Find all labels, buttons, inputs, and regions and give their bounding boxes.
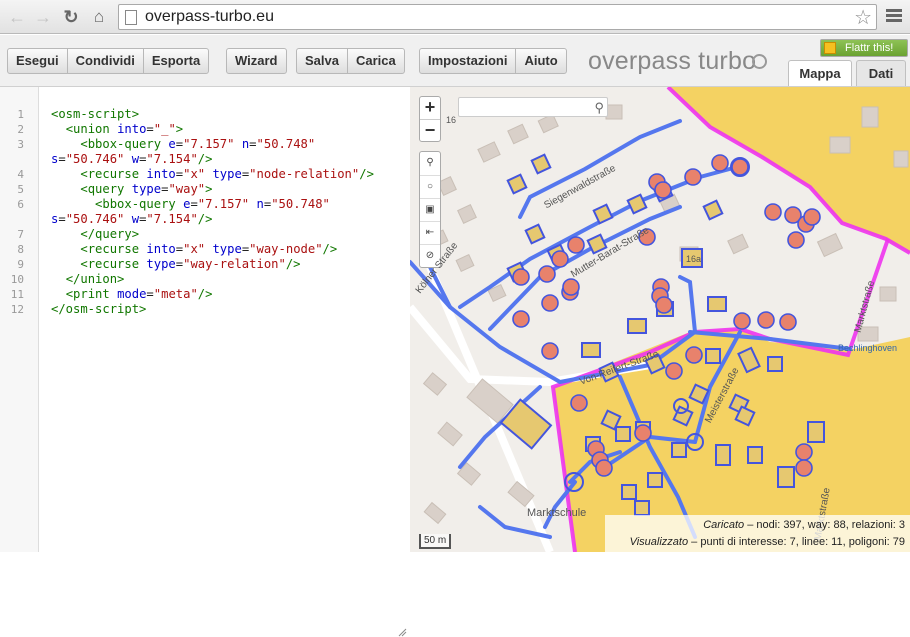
query-editor[interactable]: 1 2 3 4 5 6 7 8 9 10 11 12 <osm-script> … [0,87,410,637]
image-icon[interactable]: ▣ [420,198,440,221]
address-bar[interactable]: overpass-turbo.eu ☆ [118,4,877,30]
line-number-gutter: 1 2 3 4 5 6 7 8 9 10 11 12 [0,87,39,552]
locate-icon[interactable]: ○ [420,175,440,198]
place-label-bechlinghoven: Bechlinghoven [838,343,898,353]
place-label-schule: Marktschule [527,507,587,519]
back-icon[interactable]: ← [6,6,28,28]
map-tools: ⚲ ○ ▣ ⇤ ⊘ [419,151,441,268]
corner-number-label: 16 [446,115,457,125]
brand-icon [752,54,767,69]
run-share-export-group: Esegui Condividi Esporta [7,48,210,74]
status-loaded-values: – nodi: 397, way: 88, relazioni: 3 [747,519,905,531]
resize-handle-icon[interactable] [397,627,407,637]
status-displayed-label: Visualizzato [629,536,689,548]
map-search-input[interactable]: ⚲ [458,97,608,117]
status-overlay: Caricato – nodi: 397, way: 88, relazioni… [605,515,910,552]
reload-icon[interactable]: ↻ [60,6,82,28]
line-number: 2 [17,123,24,136]
line-number: 7 [17,228,24,241]
status-loaded: Caricato – nodi: 397, way: 88, relazioni… [605,517,905,534]
load-button[interactable]: Carica [348,49,404,73]
line-number: 10 [10,273,24,286]
tab-map[interactable]: Mappa [788,60,852,86]
scale-bar: 50 m [419,534,451,549]
map-view[interactable]: + − ⚲ ○ ▣ ⇤ ⊘ ⚲ Siegenwaldstraße Mutter-… [410,87,910,552]
app-toolbar: Esegui Condividi Esporta Wizard Salva Ca… [0,35,910,87]
export-button[interactable]: Esporta [144,49,208,73]
search-location-icon[interactable]: ⚲ [420,152,440,175]
line-number: 11 [10,288,24,301]
page-icon [125,10,137,25]
line-number: 5 [17,183,24,196]
wizard-button[interactable]: Wizard [227,49,286,73]
url-text[interactable]: overpass-turbo.eu [145,8,274,26]
help-button[interactable]: Aiuto [516,49,565,73]
flattr-icon [824,42,836,54]
flattr-button[interactable]: Flattr this! [820,39,908,57]
line-number: 8 [17,243,24,256]
browser-toolbar: ← → ↻ ⌂ overpass-turbo.eu ☆ [0,0,910,34]
settings-help-group: Impostazioni Aiuto [419,48,567,74]
bookmark-star-icon[interactable]: ☆ [854,5,872,30]
line-number: 12 [10,303,24,316]
tab-data[interactable]: Dati [856,60,906,86]
line-number: 9 [17,258,24,271]
wizard-group: Wizard [226,48,287,74]
fit-bounds-icon[interactable]: ⇤ [420,221,440,244]
status-displayed-values: – punti di interesse: 7, linee: 11, poli… [691,536,905,548]
settings-button[interactable]: Impostazioni [420,49,517,73]
forward-icon[interactable]: → [32,6,54,28]
line-number: 3 [17,138,24,151]
run-button[interactable]: Esegui [8,49,68,73]
save-button[interactable]: Salva [297,49,348,73]
zoom-in-button[interactable]: + [420,97,440,119]
status-loaded-label: Caricato [703,519,745,531]
line-number: 4 [17,168,24,181]
app-logo-text: overpass turbo [588,47,757,75]
line-number: 1 [17,108,24,121]
menu-icon[interactable] [886,9,902,23]
line-number: 6 [17,198,24,211]
status-displayed: Visualizzato – punti di interesse: 7, li… [605,534,905,551]
save-load-group: Salva Carica [296,48,405,74]
map-canvas[interactable] [410,87,910,552]
share-button[interactable]: Condividi [68,49,144,73]
home-icon[interactable]: ⌂ [88,6,110,28]
house-number-label: 16a [686,254,702,264]
search-icon: ⚲ [594,100,604,115]
flattr-label: Flattr this! [845,42,894,54]
zoom-control: + − [419,96,441,142]
code-text[interactable]: <osm-script> <union into="_"> <bbox-quer… [51,107,374,317]
zoom-out-button[interactable]: − [420,119,440,141]
